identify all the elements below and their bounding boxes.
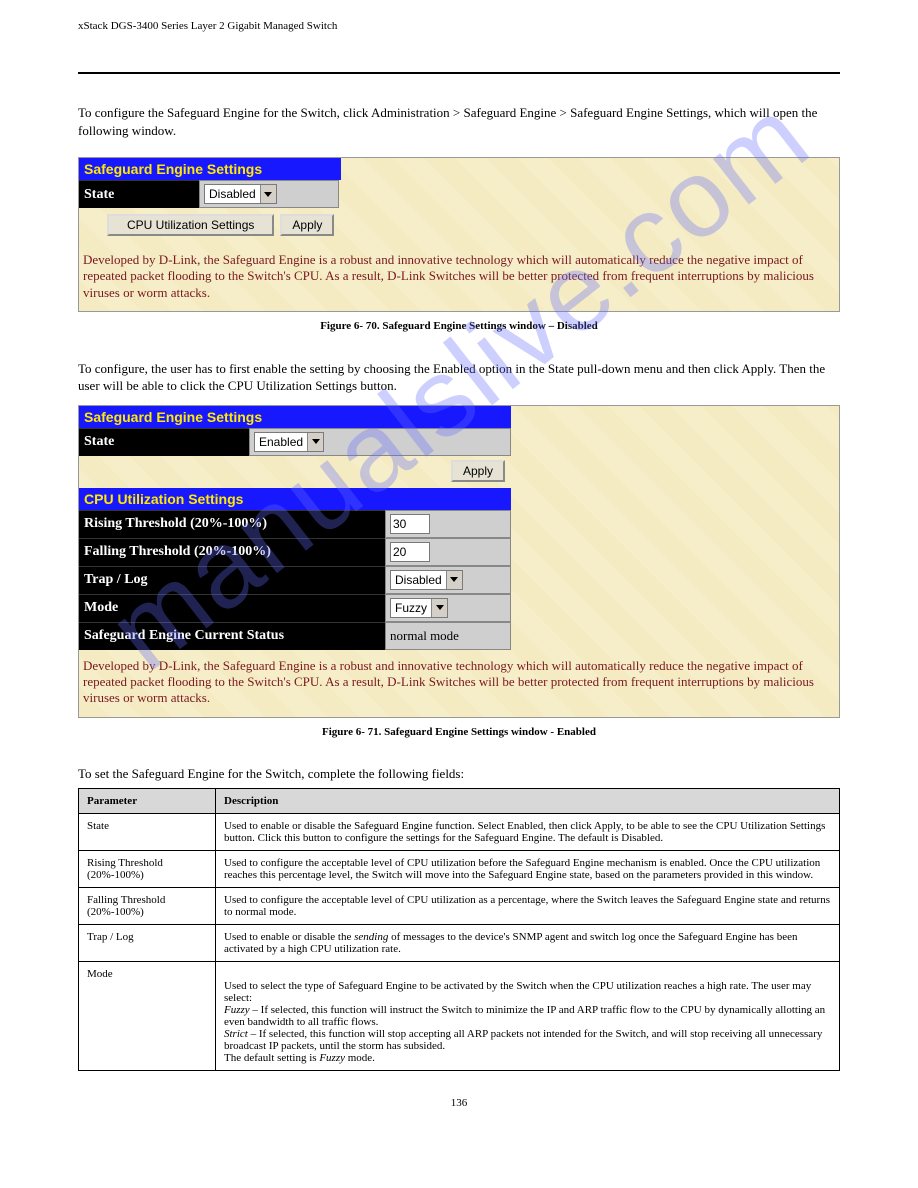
table-row: Mode Used to select the type of Safeguar… [79,961,840,1070]
rising-threshold-input[interactable] [390,514,430,534]
trap-log-value: Disabled [395,573,442,587]
table-row: Rising Threshold (20%-100%) Used to conf… [79,850,840,887]
table-row: Trap / Log Used to enable or disable the… [79,924,840,961]
trap-log-select[interactable]: Disabled [390,570,463,590]
fig2-status-value: normal mode [385,622,511,650]
fig2-state-label: State [79,428,249,456]
chevron-down-icon [307,433,323,451]
intro-paragraph: To configure the Safeguard Engine for th… [78,104,840,139]
page-number: 136 [78,1097,840,1109]
figure-2-panel: Safeguard Engine Settings State Enabled … [78,405,840,718]
mode-select[interactable]: Fuzzy [390,598,448,618]
fig2-falling-label: Falling Threshold (20%-100%) [79,538,385,566]
fig1-apply-button[interactable]: Apply [280,214,334,236]
param-desc: Used to enable or disable the sending of… [216,924,840,961]
col-header-description: Description [216,788,840,813]
figure-1-panel: Safeguard Engine Settings State Disabled… [78,157,840,312]
fig2-mode-label: Mode [79,594,385,622]
param-desc: Used to select the type of Safeguard Eng… [216,961,840,1070]
param-name: Falling Threshold (20%-100%) [79,887,216,924]
col-header-parameter: Parameter [79,788,216,813]
between-paragraph: To configure, the user has to first enab… [78,360,840,395]
fig2-trap-label: Trap / Log [79,566,385,594]
param-desc: Used to configure the acceptable level o… [216,887,840,924]
mode-value: Fuzzy [395,601,427,615]
fig1-description: Developed by D-Link, the Safeguard Engin… [79,244,839,311]
param-name: State [79,813,216,850]
fig1-state-label: State [79,180,199,208]
fig2-state-select[interactable]: Enabled [254,432,324,452]
param-name: Rising Threshold (20%-100%) [79,850,216,887]
fig1-title: Safeguard Engine Settings [79,158,341,180]
chevron-down-icon [260,185,276,203]
param-desc: Used to enable or disable the Safeguard … [216,813,840,850]
fig2-status-label: Safeguard Engine Current Status [79,622,385,650]
fig2-state-value: Enabled [259,435,303,449]
fig1-state-select[interactable]: Disabled [204,184,277,204]
params-intro: To set the Safeguard Engine for the Swit… [78,766,840,782]
header-rule [78,72,840,74]
fig2-apply-button[interactable]: Apply [451,460,505,482]
table-row: Falling Threshold (20%-100%) Used to con… [79,887,840,924]
cpu-utilization-settings-button[interactable]: CPU Utilization Settings [107,214,274,236]
fig2-title: Safeguard Engine Settings [79,406,511,428]
table-row: State Used to enable or disable the Safe… [79,813,840,850]
fig2-subtitle: CPU Utilization Settings [79,488,511,510]
param-desc: Used to configure the acceptable level o… [216,850,840,887]
fig1-caption: Figure 6- 70. Safeguard Engine Settings … [78,320,840,332]
param-name: Mode [79,961,216,1070]
parameter-table: Parameter Description State Used to enab… [78,788,840,1071]
header-left: xStack DGS-3400 Series Layer 2 Gigabit M… [78,20,337,32]
fig2-caption: Figure 6- 71. Safeguard Engine Settings … [78,726,840,738]
param-name: Trap / Log [79,924,216,961]
chevron-down-icon [431,599,447,617]
chevron-down-icon [446,571,462,589]
fig1-state-value: Disabled [209,187,256,201]
fig2-description: Developed by D-Link, the Safeguard Engin… [79,650,839,717]
falling-threshold-input[interactable] [390,542,430,562]
fig2-rising-label: Rising Threshold (20%-100%) [79,510,385,538]
